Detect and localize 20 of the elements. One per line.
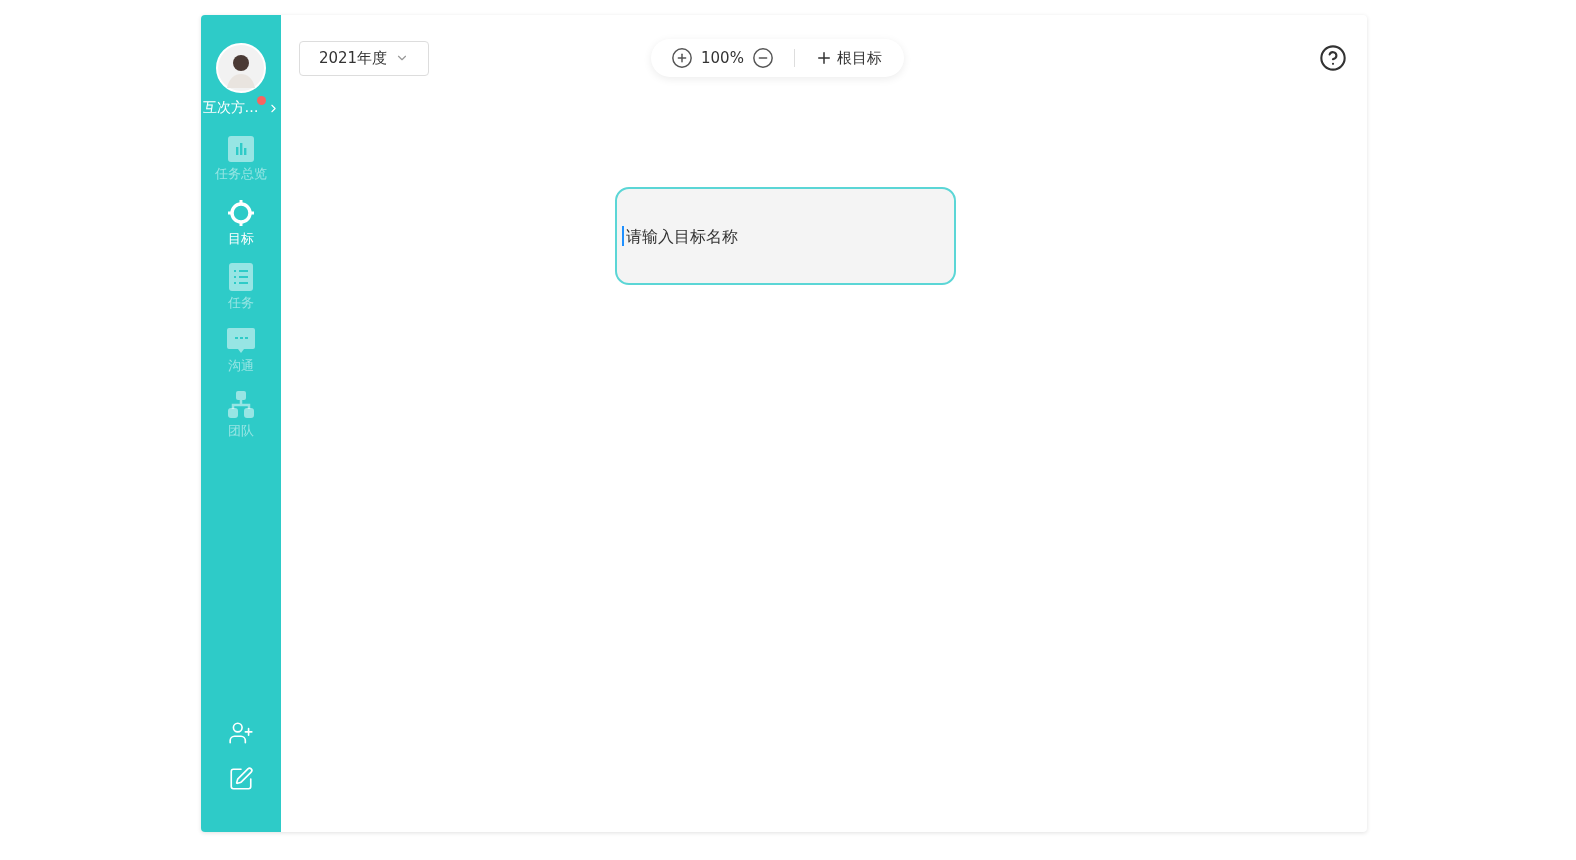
year-select[interactable]: 2021年度 (299, 40, 429, 76)
nav-item[interactable]: 目标 (201, 191, 281, 255)
text-cursor (622, 226, 624, 246)
target-icon (227, 198, 255, 227)
zoom-in-icon[interactable] (671, 47, 693, 69)
org-chart-icon (227, 390, 255, 419)
goal-name-field[interactable]: 请输入目标名称 (624, 226, 926, 246)
nav-item[interactable]: 沟通 (201, 319, 281, 383)
add-root-button[interactable]: 根目标 (814, 48, 882, 68)
zoom-out-icon[interactable] (751, 47, 774, 69)
chat-icon (227, 327, 255, 354)
zoom-level: 100% (701, 49, 744, 67)
list-icon (229, 262, 253, 291)
nav-item[interactable]: 团队 (201, 383, 281, 447)
user-name[interactable]: 互次方… (202, 99, 259, 117)
nav-item[interactable]: 任务总览 (201, 127, 281, 191)
help-icon[interactable] (1319, 44, 1347, 72)
chart-icon (228, 135, 254, 162)
avatar[interactable] (216, 43, 266, 93)
nav-item[interactable]: 任务 (201, 255, 281, 319)
